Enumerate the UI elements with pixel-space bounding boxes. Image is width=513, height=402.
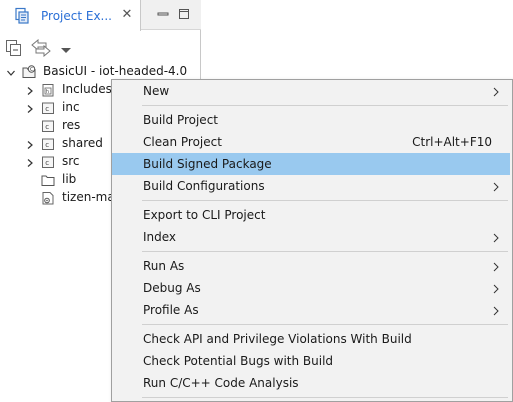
chevron-right-icon <box>493 86 499 97</box>
menu-item-label: Check API and Privilege Violations With … <box>143 332 412 346</box>
menu-item-label: Clean Project <box>143 135 222 149</box>
menu-separator <box>142 200 508 201</box>
tree-item-res[interactable]: c res <box>0 117 110 135</box>
panel-header: Project Ex... ✕ <box>0 0 201 31</box>
svg-text:c: c <box>45 141 49 149</box>
tab-project-explorer[interactable]: Project Ex... ✕ <box>0 0 141 31</box>
svg-text:c: c <box>45 105 49 113</box>
tree-item-inc[interactable]: c inc <box>0 99 110 117</box>
menu-item-check-potential-bugs[interactable]: Check Potential Bugs with Build <box>112 350 510 372</box>
menu-item-build-signed-package[interactable]: Build Signed Package <box>112 153 510 175</box>
context-menu: New Build Project Clean Project Ctrl+Alt… <box>111 79 513 402</box>
source-folder-icon: c <box>41 119 55 133</box>
tree-item-label: tizen-ma <box>62 190 115 204</box>
chevron-right-icon <box>493 261 499 272</box>
menu-item-clean-project[interactable]: Clean Project Ctrl+Alt+F10 <box>112 131 510 153</box>
tab-title: Project Ex... <box>41 9 112 23</box>
menu-item-label: Run C/C++ Code Analysis <box>143 376 299 390</box>
source-folder-icon: c <box>41 155 55 169</box>
menu-item-label: Check Potential Bugs with Build <box>143 354 334 368</box>
chevron-right-icon <box>493 283 499 294</box>
svg-text:h: h <box>46 89 49 95</box>
menu-item-check-api-privilege[interactable]: Check API and Privilege Violations With … <box>112 328 510 350</box>
menu-item-label: Run As <box>143 259 185 273</box>
tree-item-shared[interactable]: c shared <box>0 135 110 153</box>
tree-item-tizen-manifest[interactable]: tizen-ma <box>0 189 115 207</box>
chevron-right-icon[interactable] <box>25 103 35 113</box>
menu-item-debug-as[interactable]: Debug As <box>112 277 510 299</box>
menu-item-build-configurations[interactable]: Build Configurations <box>112 175 510 197</box>
tree-item-label: shared <box>62 136 103 150</box>
menu-item-index[interactable]: Index <box>112 226 510 248</box>
tree-item-includes[interactable]: h Includes <box>0 81 112 99</box>
menu-item-profile-as[interactable]: Profile As <box>112 299 510 321</box>
menu-item-export-to-cli-project[interactable]: Export to CLI Project <box>112 204 510 226</box>
shortcut-label: Ctrl+Alt+F10 <box>412 135 492 149</box>
tree-item-src[interactable]: c src <box>0 153 110 171</box>
project-icon: C <box>22 65 36 79</box>
menu-item-run-as[interactable]: Run As <box>112 255 510 277</box>
menu-item-label: Index <box>143 230 177 244</box>
tree-item-lib[interactable]: lib <box>0 171 110 189</box>
chevron-down-icon[interactable] <box>6 67 16 77</box>
tree-item-label: src <box>62 154 80 168</box>
menu-item-label: Profile As <box>143 303 199 317</box>
view-menu-icon[interactable] <box>61 44 71 53</box>
tree-item-label: lib <box>62 172 77 186</box>
menu-item-label: Build Configurations <box>143 179 265 193</box>
minimize-icon[interactable] <box>157 8 169 20</box>
source-folder-icon: c <box>41 137 55 151</box>
chevron-right-icon[interactable] <box>25 139 35 149</box>
explorer-toolbar <box>0 31 201 63</box>
chevron-right-icon[interactable] <box>25 85 35 95</box>
svg-text:c: c <box>45 159 49 167</box>
includes-icon: h <box>41 83 55 97</box>
svg-text:C: C <box>30 67 34 73</box>
menu-item-build-project[interactable]: Build Project <box>112 109 510 131</box>
svg-text:c: c <box>45 123 49 131</box>
folder-icon <box>41 173 55 187</box>
close-icon[interactable]: ✕ <box>120 8 134 22</box>
chevron-right-icon <box>493 181 499 192</box>
menu-item-run-code-analysis[interactable]: Run C/C++ Code Analysis <box>112 372 510 394</box>
tree-item-label: Includes <box>62 82 112 96</box>
maximize-icon[interactable] <box>178 8 190 20</box>
tree-item-label: inc <box>62 100 80 114</box>
collapse-all-icon[interactable] <box>5 39 23 57</box>
menu-item-label: Build Project <box>143 113 218 127</box>
project-name: BasicUI - iot-headed-4.0 <box>43 64 188 78</box>
link-with-editor-icon[interactable] <box>30 38 52 58</box>
tree-item-label: res <box>62 118 81 132</box>
chevron-right-icon <box>493 232 499 243</box>
manifest-file-icon <box>41 191 55 205</box>
source-folder-icon: c <box>41 101 55 115</box>
chevron-right-icon[interactable] <box>25 157 35 167</box>
chevron-right-icon <box>493 305 499 316</box>
menu-separator <box>142 397 508 398</box>
menu-item-label: Export to CLI Project <box>143 208 266 222</box>
menu-item-new[interactable]: New <box>112 80 510 102</box>
project-explorer-icon <box>13 7 31 25</box>
menu-separator <box>142 251 508 252</box>
menu-item-label: Build Signed Package <box>143 157 272 171</box>
menu-separator <box>142 105 508 106</box>
menu-item-label: Debug As <box>143 281 201 295</box>
menu-item-label: New <box>143 84 170 98</box>
menu-separator <box>142 324 508 325</box>
